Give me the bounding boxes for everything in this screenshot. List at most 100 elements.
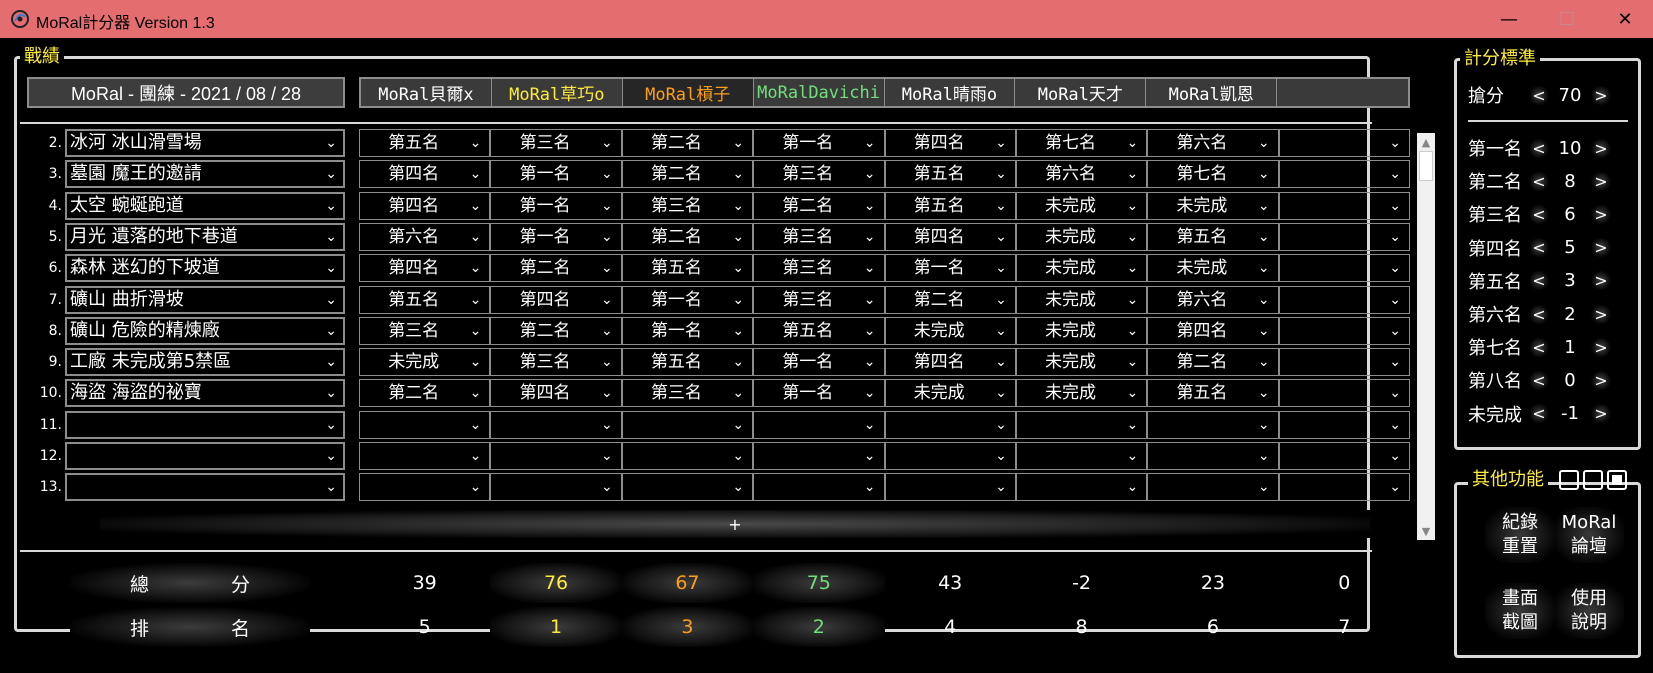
result-select[interactable]: 未完成 ⌄ <box>884 379 1016 408</box>
forum-button[interactable]: MoRal 論壇 <box>1554 507 1624 563</box>
player-tab[interactable]: MoRal晴雨o <box>884 79 1016 106</box>
increase-icon[interactable]: > <box>1590 404 1612 424</box>
result-select[interactable]: 第六名 ⌄ <box>1147 285 1279 314</box>
result-select[interactable]: ⌄ <box>490 410 622 439</box>
decrease-icon[interactable]: < <box>1528 370 1550 390</box>
player-tab[interactable]: MoRal槓子 <box>622 79 754 106</box>
result-select[interactable]: ⌄ <box>1278 191 1410 220</box>
result-select[interactable]: 第二名 ⌄ <box>621 160 754 189</box>
player-tab[interactable]: MoRalDavichi <box>753 79 885 106</box>
stage-select[interactable]: ⌄ <box>65 442 345 470</box>
increase-icon[interactable]: > <box>1590 370 1612 390</box>
result-select[interactable]: 未完成 ⌄ <box>1015 285 1148 314</box>
stage-select[interactable]: 工廠 未完成第5禁區 ⌄ <box>65 348 345 377</box>
result-select[interactable]: ⌄ <box>1278 254 1410 283</box>
screenshot-button[interactable]: 畫面 截圖 <box>1485 583 1555 639</box>
player-tab[interactable]: MoRal草巧o <box>491 79 623 106</box>
decrease-icon[interactable]: < <box>1528 138 1550 158</box>
stage-select[interactable]: 冰河 冰山滑雪場 ⌄ <box>65 129 345 157</box>
scroll-down-arrow-icon[interactable]: ▼ <box>1417 522 1435 540</box>
result-select[interactable]: 第二名 ⌄ <box>1147 348 1279 377</box>
result-select[interactable]: 第七名 ⌄ <box>1147 160 1279 189</box>
result-select[interactable]: ⌄ <box>1278 473 1410 502</box>
decrease-icon[interactable]: < <box>1528 238 1550 258</box>
result-select[interactable]: ⌄ <box>1278 442 1410 470</box>
result-select[interactable]: 第一名 ⌄ <box>621 316 754 345</box>
increase-icon[interactable]: > <box>1590 238 1612 258</box>
event-title[interactable]: MoRal - 團練 - 2021 / 08 / 28 <box>27 77 345 108</box>
result-select[interactable]: ⌄ <box>884 442 1016 470</box>
result-select[interactable]: ⌄ <box>753 442 885 470</box>
option-square-icon-2[interactable] <box>1583 470 1603 490</box>
decrease-icon[interactable]: < <box>1528 271 1550 291</box>
decrease-icon[interactable]: < <box>1528 337 1550 357</box>
decrease-icon[interactable]: < <box>1528 304 1550 324</box>
result-select[interactable]: 第四名 ⌄ <box>359 254 491 283</box>
result-select[interactable]: 第二名 ⌄ <box>490 254 622 283</box>
player-tab[interactable]: MoRal貝爾x <box>361 79 492 106</box>
increase-icon[interactable]: > <box>1590 271 1612 291</box>
increase-icon[interactable]: > <box>1590 204 1612 224</box>
option-square-icon-1[interactable] <box>1559 470 1579 490</box>
result-select[interactable]: 第四名 ⌄ <box>884 129 1016 157</box>
player-tab[interactable]: MoRal凱恩 <box>1146 79 1278 106</box>
result-select[interactable]: 第四名 ⌄ <box>884 222 1016 251</box>
result-select[interactable]: 第四名 ⌄ <box>884 348 1016 377</box>
stage-select[interactable]: 礦山 危險的精煉廠 ⌄ <box>65 316 345 345</box>
result-select[interactable]: 第三名 ⌄ <box>753 285 885 314</box>
stage-select[interactable]: 太空 蜿蜒跑道 ⌄ <box>65 191 345 220</box>
result-select[interactable]: 第五名 ⌄ <box>1147 379 1279 408</box>
result-select[interactable]: 第五名 ⌄ <box>359 129 491 157</box>
result-select[interactable]: 未完成 ⌄ <box>1015 316 1148 345</box>
result-select[interactable]: 第六名 ⌄ <box>1015 160 1148 189</box>
result-select[interactable]: 第一名 ⌄ <box>490 222 622 251</box>
stage-select[interactable]: 月光 遺落的地下巷道 ⌄ <box>65 222 345 251</box>
decrease-icon[interactable]: < <box>1528 171 1550 191</box>
result-select[interactable]: 第一名 ⌄ <box>884 254 1016 283</box>
result-select[interactable]: 第一名 ⌄ <box>490 160 622 189</box>
result-select[interactable]: ⌄ <box>359 410 491 439</box>
result-select[interactable]: 未完成 ⌄ <box>1015 348 1148 377</box>
increase-icon[interactable]: > <box>1590 138 1612 158</box>
result-select[interactable]: ⌄ <box>1278 410 1410 439</box>
result-select[interactable]: ⌄ <box>1278 160 1410 189</box>
grid-scrollbar[interactable]: ▲ ▼ <box>1417 133 1435 540</box>
add-row-button[interactable]: + <box>100 510 1370 538</box>
result-select[interactable]: 第二名 ⌄ <box>359 379 491 408</box>
stage-select[interactable]: ⌄ <box>65 473 345 502</box>
result-select[interactable]: 第三名 ⌄ <box>621 379 754 408</box>
result-select[interactable]: 第五名 ⌄ <box>621 348 754 377</box>
result-select[interactable]: 第四名 ⌄ <box>359 191 491 220</box>
result-select[interactable]: ⌄ <box>1147 410 1279 439</box>
result-select[interactable]: 未完成 ⌄ <box>1015 191 1148 220</box>
close-button[interactable]: ✕ <box>1596 0 1653 38</box>
option-square-icon-3[interactable] <box>1607 470 1627 490</box>
result-select[interactable]: ⌄ <box>884 410 1016 439</box>
result-select[interactable]: 未完成 ⌄ <box>884 316 1016 345</box>
result-select[interactable]: 第五名 ⌄ <box>621 254 754 283</box>
result-select[interactable]: 第七名 ⌄ <box>1015 129 1148 157</box>
reset-record-button[interactable]: 紀錄 重置 <box>1485 507 1555 563</box>
stage-select[interactable]: 森林 迷幻的下坡道 ⌄ <box>65 254 345 283</box>
result-select[interactable]: ⌄ <box>1278 379 1410 408</box>
result-select[interactable]: 第三名 ⌄ <box>490 348 622 377</box>
result-select[interactable]: 未完成 ⌄ <box>1147 254 1279 283</box>
result-select[interactable]: ⌄ <box>1015 410 1148 439</box>
result-select[interactable]: 第四名 ⌄ <box>359 160 491 189</box>
result-select[interactable]: ⌄ <box>1147 442 1279 470</box>
increase-icon[interactable]: > <box>1590 171 1612 191</box>
result-select[interactable]: ⌄ <box>753 410 885 439</box>
steal-decrease-icon[interactable]: < <box>1528 85 1550 105</box>
result-select[interactable]: 第一名 ⌄ <box>490 191 622 220</box>
result-select[interactable]: ⌄ <box>1278 285 1410 314</box>
result-select[interactable]: ⌄ <box>621 473 754 502</box>
result-select[interactable]: 未完成 ⌄ <box>1015 254 1148 283</box>
decrease-icon[interactable]: < <box>1528 404 1550 424</box>
stage-select[interactable]: 礦山 曲折滑坡 ⌄ <box>65 285 345 314</box>
result-select[interactable]: ⌄ <box>359 442 491 470</box>
result-select[interactable]: 第三名 ⌄ <box>753 254 885 283</box>
result-select[interactable]: ⌄ <box>621 410 754 439</box>
result-select[interactable]: ⌄ <box>1147 473 1279 502</box>
stage-select[interactable]: ⌄ <box>65 410 345 439</box>
result-select[interactable]: 第六名 ⌄ <box>359 222 491 251</box>
